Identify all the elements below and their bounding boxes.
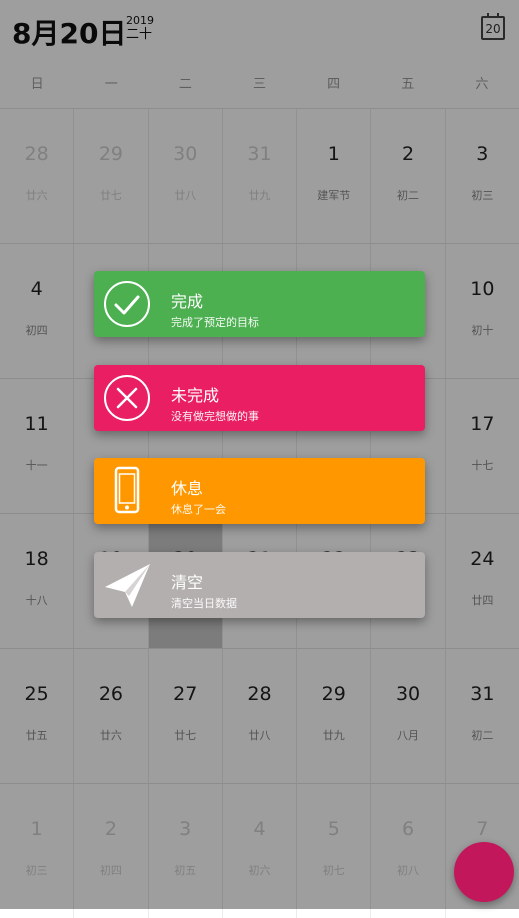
- phone-icon: [114, 466, 140, 514]
- add-button[interactable]: [454, 842, 514, 902]
- done-subtitle: 完成了预定的目标: [171, 316, 259, 329]
- status-undone-button[interactable]: 未完成 没有做完想做的事: [94, 365, 425, 431]
- done-title: 完成: [171, 292, 204, 311]
- undone-title: 未完成: [171, 386, 220, 405]
- cross-circle-icon: [104, 375, 150, 421]
- status-rest-button[interactable]: 休息 休息了一会: [94, 458, 425, 524]
- clear-day-button[interactable]: 清空 清空当日数据: [94, 552, 425, 618]
- undone-subtitle: 没有做完想做的事: [171, 410, 259, 423]
- rest-subtitle: 休息了一会: [171, 503, 226, 516]
- check-circle-icon: [104, 281, 150, 327]
- clear-title: 清空: [171, 573, 204, 592]
- dim-overlay[interactable]: [0, 0, 519, 909]
- rest-title: 休息: [171, 479, 204, 498]
- paper-plane-icon: [105, 564, 150, 607]
- clear-subtitle: 清空当日数据: [171, 597, 237, 610]
- status-done-button[interactable]: 完成 完成了预定的目标: [94, 271, 425, 337]
